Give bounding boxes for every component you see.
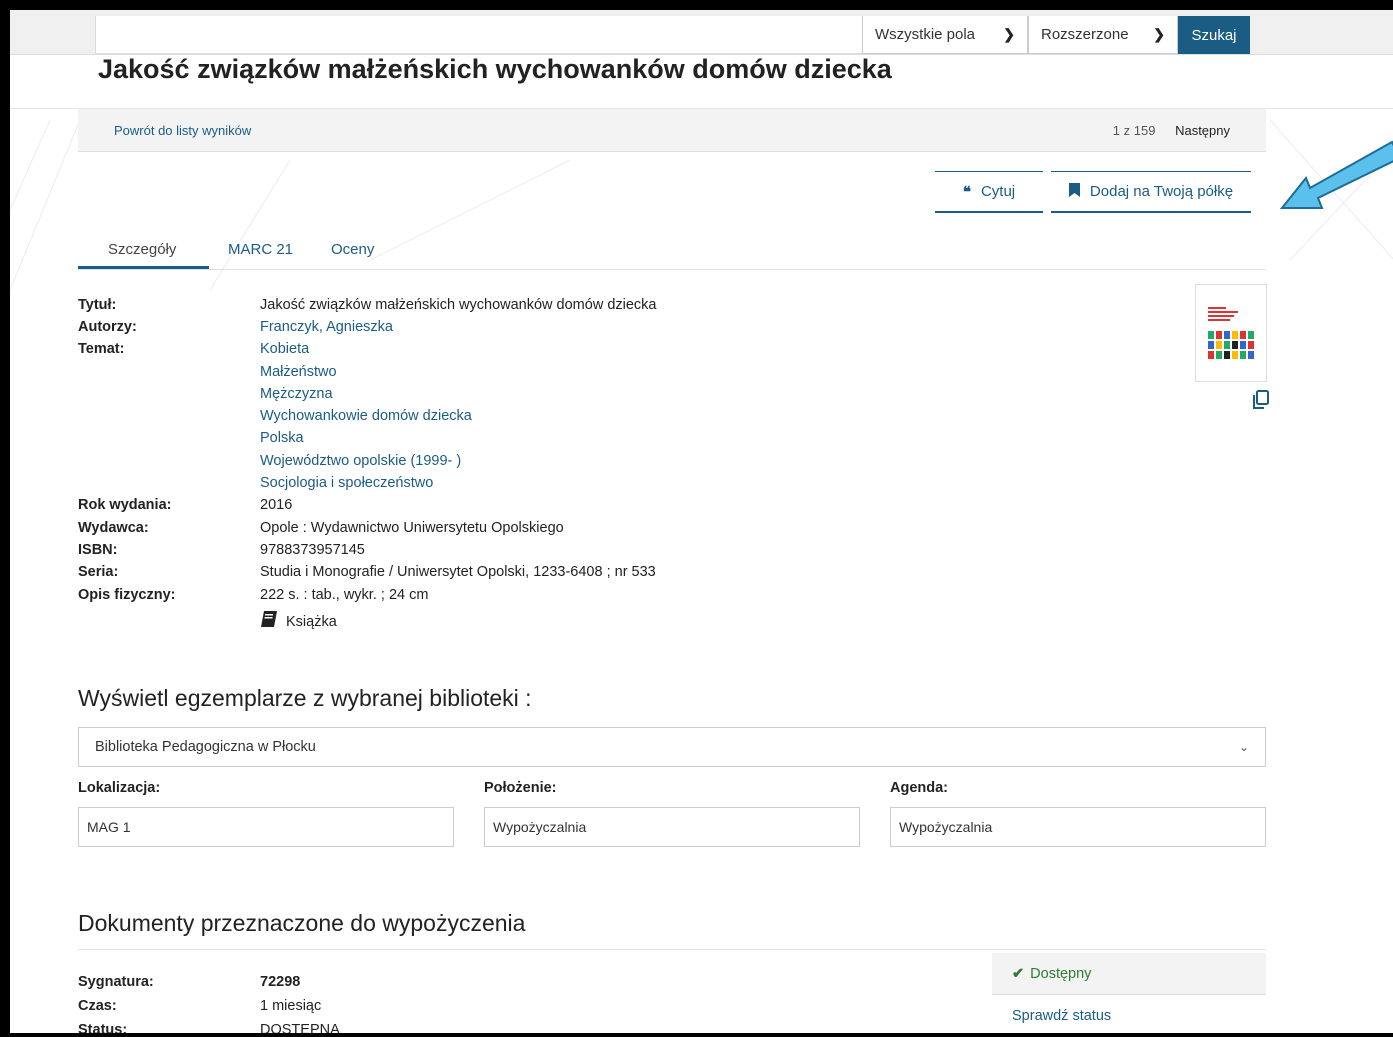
search-field-label: Wszystkie pola <box>875 26 976 43</box>
search-mode-select[interactable]: Rozszerzone ❯ <box>1028 16 1178 54</box>
agenda-label: Agenda: <box>890 780 948 796</box>
search-bar: Wszystkie pola ❯ Rozszerzone ❯ Szukaj <box>10 10 1393 55</box>
location-field[interactable]: MAG 1 <box>78 807 454 847</box>
chevron-down-icon: ❯ <box>1003 26 1015 42</box>
signature-value: 72298 <box>260 974 301 990</box>
subject-link[interactable]: Wychowankowie domów dziecka <box>260 405 472 427</box>
placement-label: Położenie: <box>484 780 557 796</box>
annotation-arrow <box>1280 140 1393 209</box>
detail-label: ISBN: <box>78 542 118 558</box>
detail-label: Temat: <box>78 341 125 357</box>
availability-label: Dostępny <box>1030 965 1092 982</box>
status-value: DOSTĘPNA <box>260 1022 340 1037</box>
checkmark-icon: ✔ <box>1012 965 1025 982</box>
book-icon <box>260 610 278 633</box>
pager: 1 z 159 Następny <box>1113 123 1230 138</box>
material-type-label: Książka <box>286 613 337 630</box>
page-title: Jakość związków małżeńskich wychowanków … <box>98 54 892 84</box>
tab-marc21[interactable]: MARC 21 <box>228 241 293 258</box>
subject-link[interactable]: Kobieta <box>260 338 309 360</box>
add-to-shelf-button[interactable]: Dodaj na Twoją półkę <box>1051 171 1251 213</box>
cite-button[interactable]: ❝ Cytuj <box>935 171 1043 213</box>
tab-ratings[interactable]: Oceny <box>331 241 374 258</box>
page-frame: Wszystkie pola ❯ Rozszerzone ❯ Szukaj Ja… <box>0 0 1393 1037</box>
subject-link[interactable]: Województwo opolskie (1999- ) <box>260 450 461 472</box>
location-label: Lokalizacja: <box>78 780 161 796</box>
background-decoration <box>10 119 1393 291</box>
agenda-field[interactable]: Wypożyczalnia <box>890 807 1266 847</box>
library-select[interactable]: Biblioteka Pedagogiczna w Płocku ⌄ <box>78 727 1266 767</box>
result-navigation: Powrót do listy wyników 1 z 159 Następny <box>78 109 1266 152</box>
detail-publisher: Opole : Wydawnictwo Uniwersytetu Opolski… <box>260 520 564 536</box>
search-field-select[interactable]: Wszystkie pola ❯ <box>862 16 1028 54</box>
library-heading: Wyświetl egzemplarze z wybranej bibliote… <box>78 685 532 711</box>
availability-badge: ✔ Dostępny <box>992 953 1266 995</box>
detail-physical: 222 s. : tab., wykr. ; 24 cm <box>260 587 429 603</box>
signature-label: Sygnatura: <box>78 974 154 990</box>
detail-label: Tytuł: <box>78 297 117 313</box>
detail-label: Wydawca: <box>78 520 149 536</box>
divider <box>78 949 1266 950</box>
search-mode-label: Rozszerzone <box>1041 26 1129 43</box>
detail-year: 2016 <box>260 497 293 513</box>
copy-icon[interactable] <box>1252 390 1270 415</box>
time-label: Czas: <box>78 998 117 1014</box>
time-value: 1 miesiąc <box>260 998 322 1014</box>
documents-heading: Dokumenty przeznaczone do wypożyczenia <box>78 910 526 936</box>
check-status-link[interactable]: Sprawdź status <box>1012 1008 1111 1024</box>
subject-link[interactable]: Polska <box>260 427 304 449</box>
status-label: Status: <box>78 1022 128 1037</box>
detail-label: Seria: <box>78 564 119 580</box>
author-link[interactable]: Franczyk, Agnieszka <box>260 316 393 338</box>
book-cover-image[interactable] <box>1195 284 1267 382</box>
cite-label: Cytuj <box>980 183 1016 200</box>
search-input[interactable] <box>95 16 872 54</box>
detail-label: Autorzy: <box>78 319 137 335</box>
chevron-down-icon: ❯ <box>1153 26 1165 42</box>
detail-isbn: 9788373957145 <box>260 542 365 558</box>
placement-field[interactable]: Wypożyczalnia <box>484 807 860 847</box>
quote-icon: ❝ <box>962 183 971 201</box>
bookmark-icon <box>1068 182 1080 201</box>
detail-label: Rok wydania: <box>78 497 172 513</box>
tab-details[interactable]: Szczegóły <box>108 241 176 258</box>
next-result-link[interactable]: Następny <box>1175 123 1230 138</box>
detail-title: Jakość związków małżeńskich wychowanków … <box>260 297 657 313</box>
detail-series: Studia i Monografie / Uniwersytet Opolsk… <box>260 564 656 580</box>
library-select-value: Biblioteka Pedagogiczna w Płocku <box>95 739 316 755</box>
chevron-down-icon: ⌄ <box>1238 740 1249 754</box>
add-to-shelf-label: Dodaj na Twoją półkę <box>1089 183 1234 200</box>
subject-link[interactable]: Socjologia i społeczeństwo <box>260 472 433 494</box>
search-button[interactable]: Szukaj <box>1178 16 1250 54</box>
subject-link[interactable]: Małżeństwo <box>260 361 337 383</box>
subject-link[interactable]: Mężczyzna <box>260 383 333 405</box>
record-tabs: Szczegóły MARC 21 Oceny <box>78 229 1266 270</box>
back-to-results-link[interactable]: Powrót do listy wyników <box>114 123 251 138</box>
material-type: Książka <box>260 610 337 633</box>
detail-label: Opis fizyczny: <box>78 587 176 603</box>
result-position: 1 z 159 <box>1112 123 1156 138</box>
active-tab-indicator <box>78 266 209 269</box>
